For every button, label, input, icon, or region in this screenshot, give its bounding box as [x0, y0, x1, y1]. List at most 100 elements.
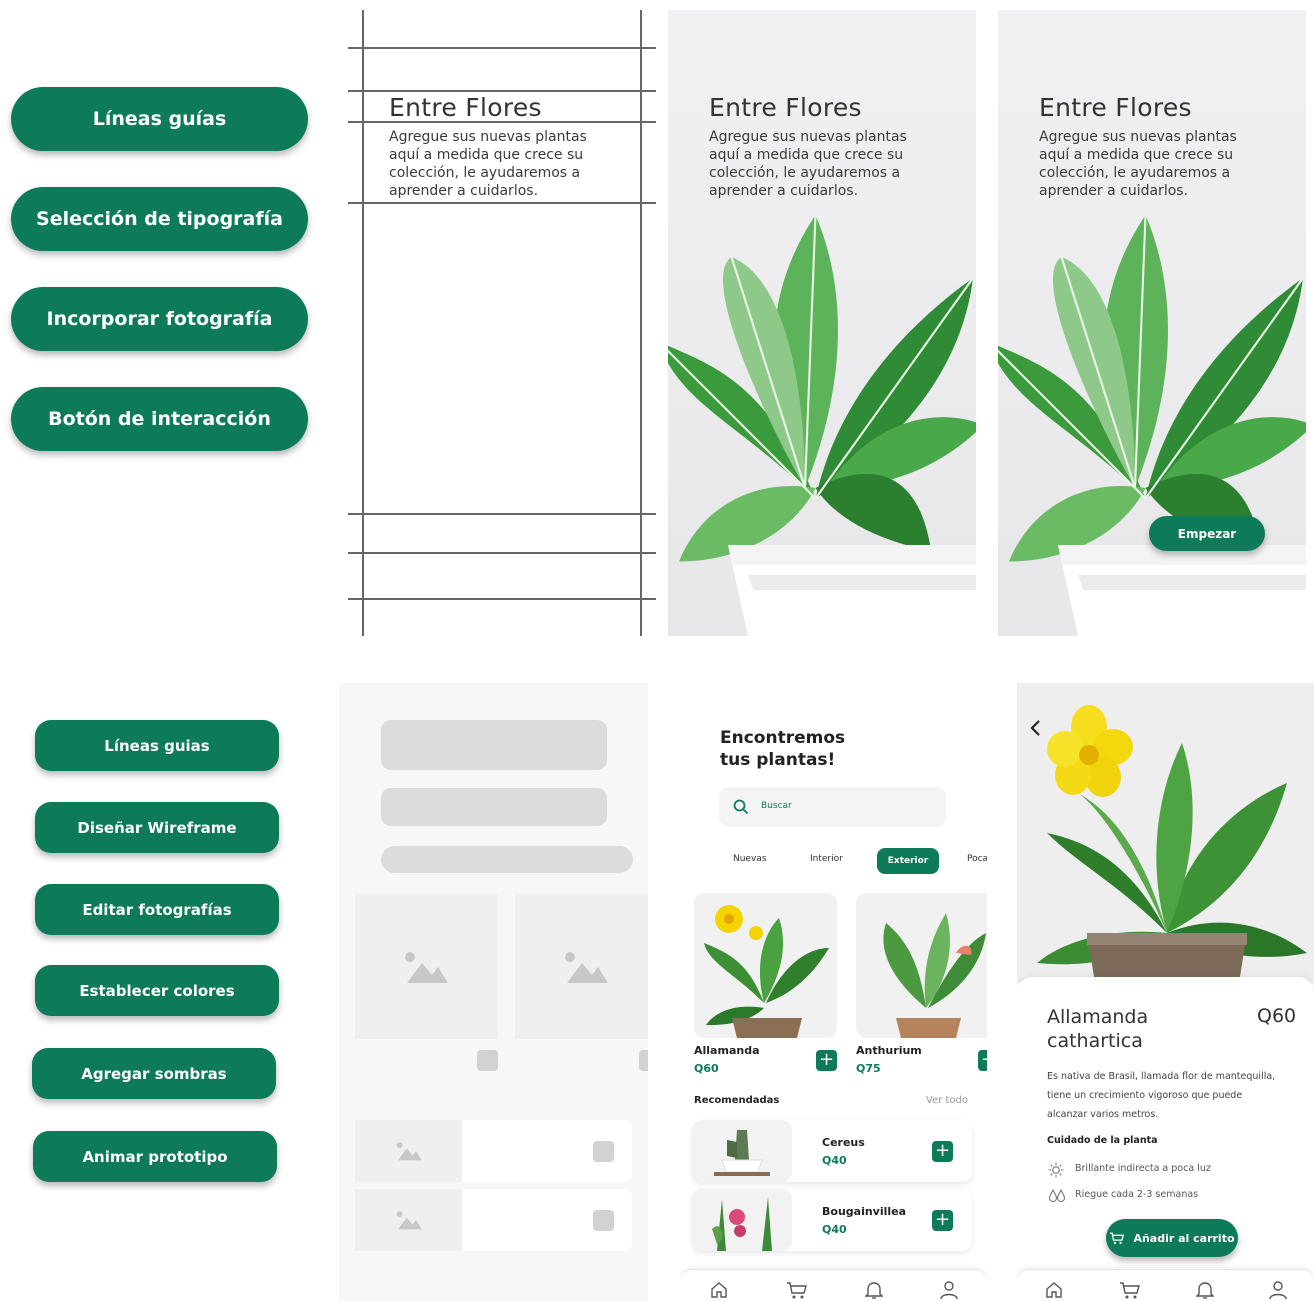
guide-line-vertical [640, 10, 642, 636]
add-product-button[interactable]: + [816, 1050, 837, 1071]
add-to-cart-label: Añadir al carrito [1133, 1231, 1235, 1245]
process-step-guidelines[interactable]: Líneas guias [35, 720, 279, 771]
wireframe-list-item [355, 1189, 632, 1251]
image-placeholder-icon [565, 952, 608, 983]
tab-exterior-active[interactable]: Exterior [877, 848, 939, 874]
wireframe-button-placeholder [477, 1050, 498, 1071]
product-price: Q60 [694, 1062, 719, 1075]
home-screen: Encontremos tus plantas! Buscar Nuevas I… [680, 683, 987, 1301]
sun-icon [1048, 1162, 1064, 1178]
app-title: Entre Flores [389, 93, 542, 122]
onboarding-photo-screen: Entre Flores Agregue sus nuevas plantas … [668, 10, 976, 636]
cart-icon [1110, 1232, 1125, 1245]
app-description: Agregue sus nuevas plantas aquí a medida… [389, 129, 587, 199]
product-name: Allamanda [694, 1044, 760, 1057]
guide-line-horizontal [348, 90, 656, 92]
search-input[interactable]: Buscar [719, 787, 946, 827]
product-name: Anthurium [856, 1044, 922, 1057]
detail-photo [1017, 683, 1314, 983]
care-title: Cuidado de la planta [1047, 1135, 1158, 1146]
process-step-interaction-button[interactable]: Botón de interacción [11, 387, 308, 451]
guide-line-horizontal [348, 598, 656, 600]
app-description: Agregue sus nuevas plantas aquí a medida… [709, 129, 907, 199]
recommended-item[interactable]: Bougainvillea Q40 + [692, 1189, 972, 1251]
guide-line-horizontal [348, 202, 656, 204]
image-placeholder-icon [396, 1142, 422, 1161]
bottom-nav [1017, 1269, 1314, 1301]
add-to-cart-button[interactable]: Añadir al carrito [1106, 1219, 1238, 1257]
water-drops-icon [1048, 1188, 1066, 1202]
detail-screen: Allamanda cathartica Q60 Es nativa de Br… [1017, 683, 1314, 1301]
product-card-image[interactable] [856, 893, 987, 1038]
chevron-left-icon[interactable] [1029, 719, 1043, 737]
section-title: Recomendadas [694, 1095, 780, 1106]
process-step-guidelines[interactable]: Líneas guías [11, 87, 308, 151]
add-product-button[interactable]: + [932, 1210, 953, 1231]
product-price: Q60 [1257, 1005, 1297, 1027]
product-price: Q40 [822, 1223, 847, 1236]
process-step-shadows[interactable]: Agregar sombras [32, 1048, 276, 1099]
wireframe-search-placeholder [381, 788, 607, 826]
guidelines-screen: Entre Flores Agregue sus nuevas plantas … [348, 10, 656, 636]
image-placeholder-icon [405, 952, 448, 983]
product-price: Q40 [822, 1154, 847, 1167]
app-title: Entre Flores [709, 93, 862, 122]
home-icon[interactable] [709, 1280, 729, 1300]
guide-line-vertical [362, 10, 364, 636]
tab-interior[interactable]: Interior [810, 854, 843, 864]
image-placeholder-icon [396, 1211, 422, 1230]
product-name: Bougainvillea [822, 1205, 907, 1218]
wireframe-button-placeholder [639, 1050, 648, 1071]
start-button[interactable]: Empezar [1149, 516, 1265, 551]
wireframe-screen [339, 683, 648, 1301]
wireframe-heading-placeholder [381, 720, 607, 770]
cart-icon[interactable] [1119, 1280, 1141, 1300]
tab-nuevas[interactable]: Nuevas [733, 854, 767, 864]
bell-icon[interactable] [865, 1280, 884, 1300]
wireframe-tabs-placeholder [381, 846, 633, 873]
user-icon[interactable] [940, 1280, 959, 1300]
process-step-photography[interactable]: Incorporar fotografía [11, 287, 308, 351]
app-description: Agregue sus nuevas plantas aquí a medida… [1039, 129, 1237, 199]
bell-icon[interactable] [1195, 1280, 1214, 1300]
recommended-item[interactable]: Cereus Q40 + [692, 1120, 972, 1182]
onboarding-button-screen: Entre Flores Agregue sus nuevas plantas … [998, 10, 1306, 636]
search-icon [733, 799, 749, 815]
product-price: Q75 [856, 1062, 881, 1075]
process-step-edit-photos[interactable]: Editar fotografías [35, 884, 279, 935]
product-card-image[interactable] [694, 893, 837, 1038]
care-light-text: Brillante indirecta a poca luz [1075, 1163, 1211, 1174]
cart-icon[interactable] [786, 1280, 808, 1300]
wireframe-card-placeholder [355, 894, 498, 1039]
user-icon[interactable] [1268, 1280, 1287, 1300]
search-placeholder: Buscar [761, 801, 792, 811]
add-product-button[interactable]: + [978, 1050, 987, 1071]
product-name: Cereus [822, 1136, 865, 1149]
bottom-nav [680, 1269, 987, 1301]
plant-photo [998, 215, 1306, 636]
process-step-typography[interactable]: Selección de tipografía [11, 187, 308, 251]
product-description: Es nativa de Brasil, llamada flor de man… [1047, 1071, 1276, 1120]
detail-card: Allamanda cathartica Q60 Es nativa de Br… [1017, 977, 1314, 1301]
tab-poca[interactable]: Poca [967, 854, 987, 864]
guide-line-horizontal [348, 47, 656, 49]
wireframe-list-item [355, 1120, 632, 1182]
add-product-button[interactable]: + [932, 1141, 953, 1162]
process-step-wireframe[interactable]: Diseñar Wireframe [35, 802, 279, 853]
allamanda-photo [704, 905, 829, 1038]
process-step-animate[interactable]: Animar prototipo [33, 1131, 277, 1182]
see-all-link[interactable]: Ver todo [926, 1095, 968, 1106]
guide-line-horizontal [348, 513, 656, 515]
product-title: Allamanda cathartica [1047, 1006, 1149, 1052]
home-icon[interactable] [1044, 1280, 1064, 1300]
page-title: Encontremos tus plantas! [720, 728, 846, 770]
app-title: Entre Flores [1039, 93, 1192, 122]
anthurium-photo [883, 913, 986, 1038]
wireframe-card-placeholder [515, 894, 648, 1039]
plant-photo [668, 215, 976, 636]
process-step-colors[interactable]: Establecer colores [35, 965, 279, 1016]
care-water-text: Riegue cada 2-3 semanas [1075, 1189, 1199, 1200]
cereus-photo [692, 1120, 792, 1182]
guide-line-horizontal [348, 552, 656, 554]
bougainvillea-photo [692, 1189, 792, 1251]
